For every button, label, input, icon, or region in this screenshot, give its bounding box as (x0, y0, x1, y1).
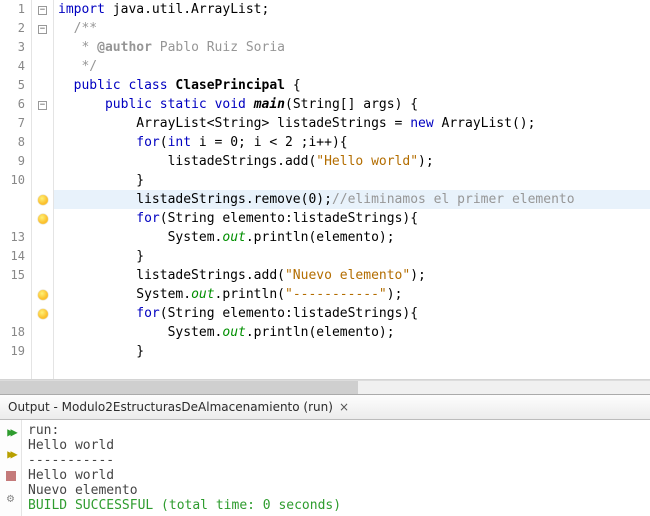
glyph-empty (32, 266, 53, 285)
glyph-empty (32, 57, 53, 76)
line-number: 10 (0, 171, 31, 190)
line-number: 1 (0, 0, 31, 19)
code-line[interactable]: for(int i = 0; i < 2 ;i++){ (54, 133, 650, 152)
output-line: Hello world (28, 438, 644, 453)
output-tab-title: Output - Modulo2EstructurasDeAlmacenamie… (8, 400, 333, 414)
code-line[interactable]: listadeStrings.add("Hello world"); (54, 152, 650, 171)
code-line[interactable]: * @author Pablo Ruiz Soria (54, 38, 650, 57)
glyph-empty (32, 38, 53, 57)
code-line[interactable]: System.out.println(elemento); (54, 323, 650, 342)
line-number (0, 304, 31, 323)
line-number: 15 (0, 266, 31, 285)
glyph-empty (32, 152, 53, 171)
line-number: 8 (0, 133, 31, 152)
glyph-empty (32, 171, 53, 190)
line-number (0, 190, 31, 209)
gear-icon: ⚙ (7, 491, 14, 505)
fold-icon[interactable]: − (32, 19, 53, 38)
code-line[interactable]: } (54, 171, 650, 190)
code-line[interactable]: for(String elemento:listadeStrings){ (54, 209, 650, 228)
code-line[interactable]: listadeStrings.add("Nuevo elemento"); (54, 266, 650, 285)
fold-icon[interactable]: − (32, 95, 53, 114)
code-line[interactable]: listadeStrings.remove(0);//eliminamos el… (54, 190, 650, 209)
code-line[interactable]: public static void main(String[] args) { (54, 95, 650, 114)
code-line[interactable]: */ (54, 57, 650, 76)
code-line[interactable]: /** (54, 19, 650, 38)
stop-button[interactable] (3, 468, 19, 484)
output-line: ----------- (28, 453, 644, 468)
line-number: 6 (0, 95, 31, 114)
output-toolbar: ▶▶ ▶▶ ⚙ (0, 420, 22, 516)
code-line[interactable]: import java.util.ArrayList; (54, 0, 650, 19)
output-tabbar: Output - Modulo2EstructurasDeAlmacenamie… (0, 395, 650, 420)
line-number: 18 (0, 323, 31, 342)
glyph-empty (32, 114, 53, 133)
line-number: 14 (0, 247, 31, 266)
glyph-empty (32, 133, 53, 152)
horizontal-scrollbar[interactable] (0, 380, 650, 394)
hint-bulb-icon[interactable] (32, 190, 53, 209)
line-number: 19 (0, 342, 31, 361)
line-number: 4 (0, 57, 31, 76)
output-line: Nuevo elemento (28, 483, 644, 498)
glyph-margin: −−− (32, 0, 54, 379)
scrollbar-thumb[interactable] (0, 381, 358, 394)
code-line[interactable]: ArrayList<String> listadeStrings = new A… (54, 114, 650, 133)
output-tab[interactable]: Output - Modulo2EstructurasDeAlmacenamie… (0, 400, 357, 414)
line-number: 5 (0, 76, 31, 95)
code-line[interactable]: } (54, 342, 650, 361)
output-panel: Output - Modulo2EstructurasDeAlmacenamie… (0, 394, 650, 516)
code-line[interactable]: System.out.println("-----------"); (54, 285, 650, 304)
output-body: ▶▶ ▶▶ ⚙ run:Hello world-----------Hello … (0, 420, 650, 516)
close-icon[interactable]: × (339, 400, 349, 414)
code-line[interactable]: for(String elemento:listadeStrings){ (54, 304, 650, 323)
build-status: BUILD SUCCESSFUL (total time: 0 seconds) (28, 498, 644, 513)
line-number (0, 285, 31, 304)
hint-bulb-icon[interactable] (32, 209, 53, 228)
hint-bulb-icon[interactable] (32, 304, 53, 323)
line-number: 3 (0, 38, 31, 57)
output-text[interactable]: run:Hello world-----------Hello worldNue… (22, 420, 650, 516)
code-line[interactable]: System.out.println(elemento); (54, 228, 650, 247)
rerun-alt-button[interactable]: ▶▶ (3, 446, 19, 462)
glyph-empty (32, 228, 53, 247)
glyph-empty (32, 76, 53, 95)
code-area[interactable]: import java.util.ArrayList; /** * @autho… (54, 0, 650, 379)
line-number: 13 (0, 228, 31, 247)
line-number-gutter: 12345678910 131415 1819 (0, 0, 32, 379)
hint-bulb-icon[interactable] (32, 285, 53, 304)
output-line: run: (28, 423, 644, 438)
glyph-empty (32, 323, 53, 342)
code-line[interactable]: } (54, 247, 650, 266)
rerun-button[interactable]: ▶▶ (3, 424, 19, 440)
line-number (0, 209, 31, 228)
line-number: 2 (0, 19, 31, 38)
fold-icon[interactable]: − (32, 0, 53, 19)
line-number: 9 (0, 152, 31, 171)
line-number: 7 (0, 114, 31, 133)
glyph-empty (32, 247, 53, 266)
glyph-empty (32, 342, 53, 361)
output-line: Hello world (28, 468, 644, 483)
code-editor: 123456789101314151819 −−− import java.ut… (0, 0, 650, 380)
code-line[interactable]: public class ClasePrincipal { (54, 76, 650, 95)
